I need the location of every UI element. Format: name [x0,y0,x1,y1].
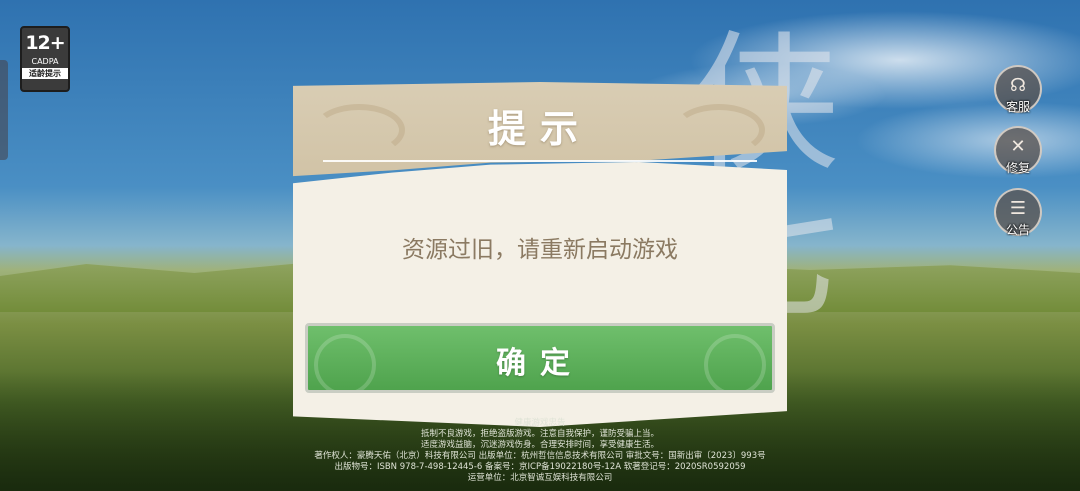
confirm-button-label: 确定 [496,346,584,381]
side-drawer-handle[interactable] [0,60,8,160]
customer-service-label: 客服 [1005,100,1030,114]
age-rating-label: 适龄提示 [22,68,68,79]
confirm-button[interactable]: 确定 [305,323,775,393]
dialog-title: 提示 [487,107,592,151]
customer-service-icon: ☊ [1010,75,1026,96]
footer-line: 运营单位：北京智诚互娱科技有限公司 [467,473,613,483]
dialog-message: 资源过旧，请重新启动游戏 [402,237,678,263]
footer-line: 抵制不良游戏，拒绝盗版游戏。注意自我保护，谨防受骗上当。 [420,429,659,439]
footer-line: 出版物号：ISBN 978-7-498-12445-6 备案号：京ICP备190… [334,462,746,472]
footer-heading: 健康游戏忠告 [514,418,566,428]
age-rating-badge[interactable]: 12+ CADPA 适龄提示 [20,26,70,92]
announcement-icon: ☰ [1009,198,1027,219]
announcement-button[interactable]: ☰ 公告 [994,188,1042,237]
announcement-label: 公告 [1005,223,1030,237]
footer-line: 适度游戏益脑，沉迷游戏伤身。合理安排时间，享受健康生活。 [420,440,659,450]
notice-dialog: 提示 资源过旧，请重新启动游戏 确定 [293,82,787,427]
customer-service-button[interactable]: ☊ 客服 [994,65,1042,114]
age-rating-number: 12+ [25,32,65,54]
footer-line: 著作权人：豪腾天佑（北京）科技有限公司 出版单位：杭州哲信信息技术有限公司 审批… [314,451,766,461]
wrench-screwdriver-icon: ✕ [1010,136,1026,157]
repair-label: 修复 [1005,161,1030,175]
header-divider [323,160,757,162]
repair-button[interactable]: ✕ 修复 [994,126,1042,175]
health-notice-footer: 健康游戏忠告 抵制不良游戏，拒绝盗版游戏。注意自我保护，谨防受骗上当。 适度游戏… [0,418,1080,484]
age-rating-org: CADPA [31,57,59,66]
